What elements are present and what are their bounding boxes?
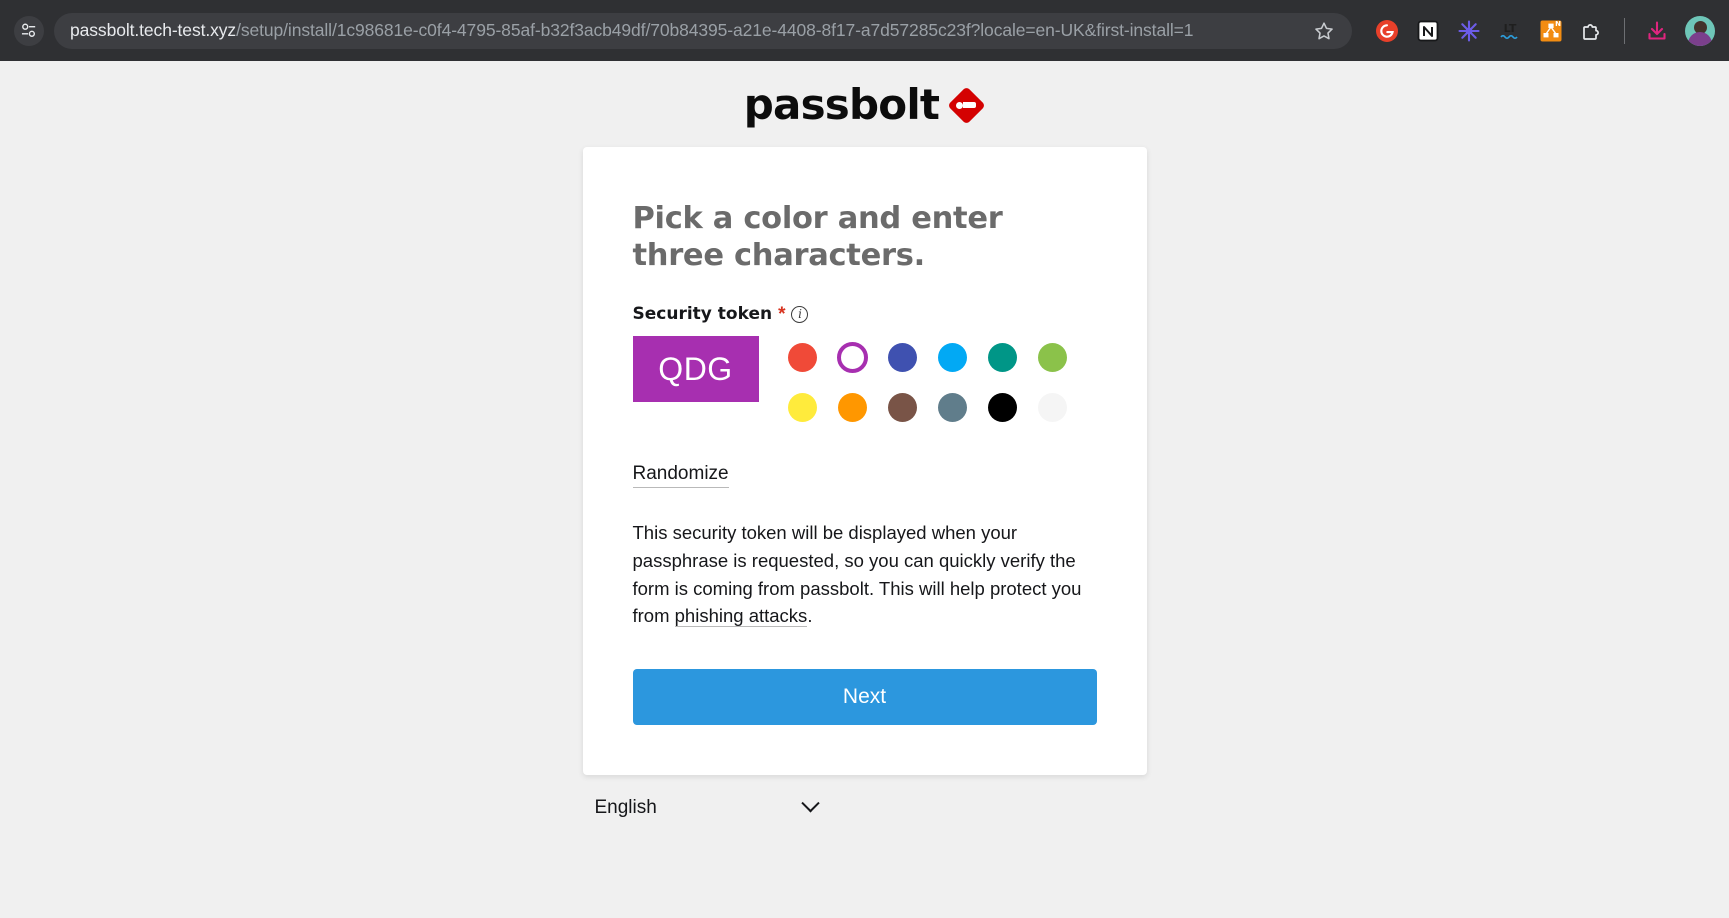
svg-text:LT: LT — [1504, 22, 1517, 35]
phishing-attacks-link[interactable]: phishing attacks — [674, 605, 808, 628]
svg-text:N: N — [1555, 20, 1561, 28]
passbolt-logo: passbolt — [0, 61, 1729, 126]
bookmark-star-button[interactable] — [1310, 17, 1338, 45]
puzzle-extensions-icon[interactable] — [1579, 18, 1605, 44]
security-token-preview[interactable]: QDG — [632, 336, 759, 403]
logo-keystem-shape — [963, 102, 977, 108]
token-picker-row: QDG — [632, 336, 1097, 432]
color-swatch-purple[interactable] — [837, 341, 868, 373]
notion-extension-icon[interactable] — [1415, 18, 1441, 44]
color-swatch-green[interactable] — [1038, 342, 1067, 372]
security-token-card: Pick a color and enter three characters.… — [582, 147, 1147, 775]
security-token-description: This security token will be displayed wh… — [633, 519, 1097, 629]
url-path: /setup/install/1c98681e-c0f4-4795-85af-b… — [236, 20, 1194, 40]
url-host: passbolt.tech-test.xyz — [70, 20, 237, 40]
required-asterisk: * — [778, 303, 786, 325]
languagetool-extension-icon[interactable]: LT — [1497, 18, 1523, 44]
color-swatch-yellow[interactable] — [788, 392, 817, 422]
color-swatch-indigo[interactable] — [888, 342, 917, 372]
toolbar-divider — [1624, 17, 1625, 44]
color-swatch-brown[interactable] — [888, 392, 917, 422]
passbolt-logo-text: passbolt — [743, 80, 940, 129]
description-text-part2: . — [807, 605, 813, 627]
avatar-body — [1688, 31, 1712, 46]
security-token-value: QDG — [658, 350, 733, 387]
chevron-down-icon — [800, 794, 820, 813]
color-swatch-red[interactable] — [788, 342, 817, 372]
browser-toolbar: passbolt.tech-test.xyz/setup/install/1c9… — [0, 0, 1729, 61]
color-swatch-light-blue[interactable] — [938, 342, 967, 372]
language-select-value: English — [594, 796, 657, 818]
randomize-link[interactable]: Randomize — [632, 463, 729, 489]
security-token-label: Security token — [632, 304, 773, 325]
color-swatch-grid — [778, 332, 1078, 432]
language-selector-row: English — [583, 788, 1147, 828]
color-swatch-blue-grey[interactable] — [938, 392, 967, 422]
download-icon[interactable] — [1644, 18, 1670, 44]
setup-page: passbolt Pick a color and enter three ch… — [0, 61, 1729, 918]
language-select[interactable]: English — [595, 788, 825, 828]
next-button[interactable]: Next — [632, 668, 1097, 725]
page-info-icon — [21, 23, 35, 37]
user-avatar[interactable] — [1685, 15, 1715, 46]
color-swatch-orange[interactable] — [838, 392, 867, 422]
passbolt-key-diamond-icon — [947, 85, 986, 125]
mindmap-extension-icon[interactable]: N — [1538, 18, 1564, 44]
address-bar[interactable]: passbolt.tech-test.xyz/setup/install/1c9… — [54, 12, 1352, 49]
info-icon[interactable]: i — [791, 305, 809, 323]
star-icon — [1315, 21, 1333, 39]
color-swatch-white[interactable] — [1038, 392, 1067, 422]
url-text: passbolt.tech-test.xyz/setup/install/1c9… — [70, 20, 1300, 41]
color-swatch-teal[interactable] — [988, 342, 1017, 372]
extensions-tray: LT N — [1362, 15, 1715, 46]
color-swatch-black[interactable] — [988, 392, 1017, 422]
asterisk-extension-icon[interactable] — [1456, 18, 1482, 44]
security-token-label-row: Security token * i — [633, 304, 1097, 324]
grammarly-extension-icon[interactable] — [1374, 18, 1400, 44]
logo-keyhole-shape — [956, 101, 964, 109]
page-title: Pick a color and enter three characters. — [632, 201, 1003, 274]
site-info-button[interactable] — [14, 15, 44, 46]
